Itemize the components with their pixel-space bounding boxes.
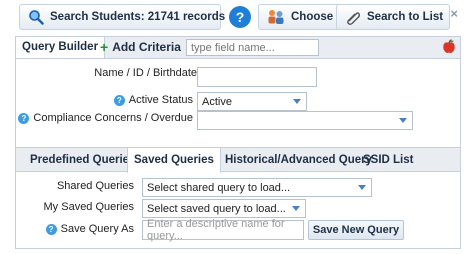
tab-historical-advanced-query[interactable]: Historical/Advanced Query	[219, 148, 378, 172]
my-saved-queries-row: My Saved Queries	[16, 201, 134, 213]
toolbar: Search Students: 21741 records ? Choose …	[0, 0, 466, 36]
search-to-list-label: Search to List	[367, 11, 444, 23]
add-criteria-button[interactable]: + Add Criteria	[100, 37, 181, 58]
queries-panel: Predefined Queries Saved Queries Histori…	[15, 147, 461, 249]
chevron-down-icon	[394, 112, 412, 129]
help-circle-icon[interactable]: ?	[45, 223, 57, 235]
queries-tab-bar: Predefined Queries Saved Queries Histori…	[16, 148, 460, 173]
name-id-birthdate-input[interactable]	[197, 67, 317, 87]
shared-queries-select[interactable]: Select shared query to load...	[142, 178, 372, 197]
search-to-list-button[interactable]: Search to List	[336, 4, 450, 30]
chevron-down-icon	[288, 93, 306, 110]
active-status-label: Active Status	[128, 94, 193, 106]
name-row: Name / ID / Birthdate	[16, 67, 197, 79]
shared-queries-value: Select shared query to load...	[147, 181, 291, 194]
compliance-row: ? Compliance Concerns / Overdue	[16, 112, 193, 124]
tab-predefined-queries[interactable]: Predefined Queries	[24, 148, 141, 172]
save-query-as-label: Save Query As	[60, 223, 134, 235]
chevron-down-icon	[353, 179, 371, 196]
shared-queries-label: Shared Queries	[56, 180, 134, 192]
query-builder-header: Query Builder + Add Criteria	[16, 37, 460, 59]
query-name-input[interactable]: Enter a descriptive name for query...	[142, 218, 304, 242]
active-status-row: ? Active Status	[16, 94, 193, 106]
search-students-button[interactable]: Search Students: 21741 records	[19, 4, 225, 30]
paperclip-icon	[345, 9, 361, 25]
field-name-input[interactable]	[186, 39, 319, 56]
apple-icon[interactable]	[442, 39, 456, 57]
add-criteria-label: Add Criteria	[112, 40, 181, 54]
my-saved-queries-label: My Saved Queries	[43, 201, 134, 213]
help-icon[interactable]: ?	[229, 6, 251, 28]
query-builder-tab[interactable]: Query Builder	[16, 37, 106, 58]
active-status-value: Active	[202, 95, 232, 108]
save-query-as-row: ? Save Query As	[16, 223, 134, 235]
active-status-select[interactable]: Active	[197, 92, 307, 111]
tab-saved-queries[interactable]: Saved Queries	[127, 148, 221, 173]
save-new-query-button[interactable]: Save New Query	[308, 220, 404, 240]
students-group-icon	[267, 9, 285, 25]
compliance-label: Compliance Concerns / Overdue	[33, 112, 193, 124]
query-builder-panel: Query Builder + Add Criteria Name / ID /…	[15, 36, 461, 163]
chevron-down-icon	[287, 200, 305, 217]
my-saved-queries-value: Select saved query to load...	[147, 202, 286, 215]
help-circle-icon[interactable]: ?	[113, 94, 125, 106]
help-circle-icon[interactable]: ?	[18, 112, 30, 124]
search-students-label: Search Students: 21741 records	[50, 11, 226, 23]
close-icon[interactable]: ×	[450, 6, 458, 21]
plus-icon: +	[100, 39, 109, 55]
magnifier-icon	[28, 9, 44, 25]
my-saved-queries-select[interactable]: Select saved query to load...	[142, 199, 306, 218]
shared-queries-row: Shared Queries	[16, 180, 134, 192]
name-label: Name / ID / Birthdate	[94, 67, 197, 79]
help-label: ?	[235, 9, 245, 25]
compliance-select[interactable]	[197, 111, 413, 130]
tab-ssid-list[interactable]: SSID List	[357, 148, 419, 172]
